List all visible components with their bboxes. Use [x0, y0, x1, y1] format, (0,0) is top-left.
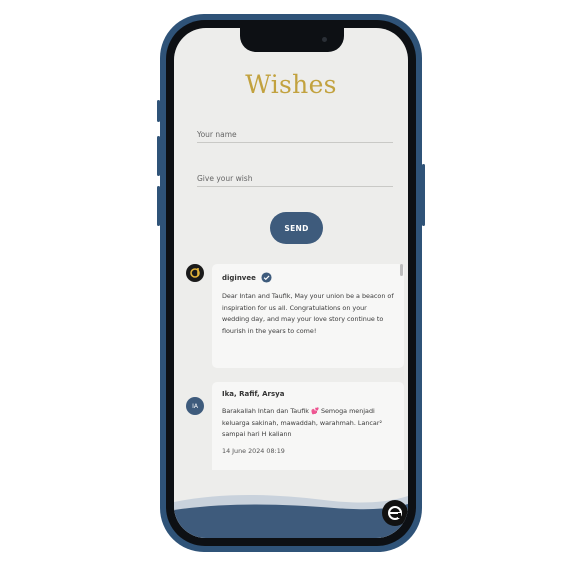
- wish-card: diginvee Dear Intan and Taufik, May your…: [212, 264, 404, 368]
- d-logo-icon: [190, 268, 200, 278]
- phone-frame: Wishes SEND d: [157, 14, 425, 552]
- wish-author: diginvee: [222, 273, 256, 282]
- send-button[interactable]: SEND: [270, 212, 323, 244]
- e-logo-icon[interactable]: [382, 500, 408, 526]
- avatar: [186, 264, 204, 282]
- phone-power-button: [422, 164, 425, 226]
- screen: Wishes SEND d: [174, 28, 408, 538]
- phone-volume-up-button: [157, 136, 160, 176]
- page-title: Wishes: [245, 70, 337, 99]
- wish-message: Barakallah Intan dan Taufik 💕 Semoga men…: [222, 407, 383, 438]
- wish-timestamp: 14 June 2024 08:19: [222, 446, 285, 455]
- scrollbar[interactable]: [400, 264, 403, 276]
- wish-field[interactable]: [197, 166, 393, 187]
- notch: [240, 28, 344, 52]
- phone-mute-button: [157, 100, 160, 122]
- phone-volume-down-button: [157, 186, 160, 226]
- name-field[interactable]: [197, 122, 393, 143]
- check-badge-icon: [261, 272, 272, 283]
- name-input[interactable]: [197, 130, 393, 139]
- wish-message: Dear Intan and Taufik, May your union be…: [222, 292, 394, 335]
- phone-bezel: Wishes SEND d: [166, 20, 416, 546]
- avatar: IA: [186, 397, 204, 415]
- wish-input[interactable]: [197, 174, 393, 183]
- camera-icon: [322, 37, 327, 42]
- footer-wave: [174, 495, 408, 538]
- wish-author: Ika, Rafif, Arsya: [222, 390, 285, 398]
- wish-card: Ika, Rafif, Arsya Barakallah Intan dan T…: [212, 382, 404, 470]
- wishes-list[interactable]: diginvee Dear Intan and Taufik, May your…: [186, 264, 408, 470]
